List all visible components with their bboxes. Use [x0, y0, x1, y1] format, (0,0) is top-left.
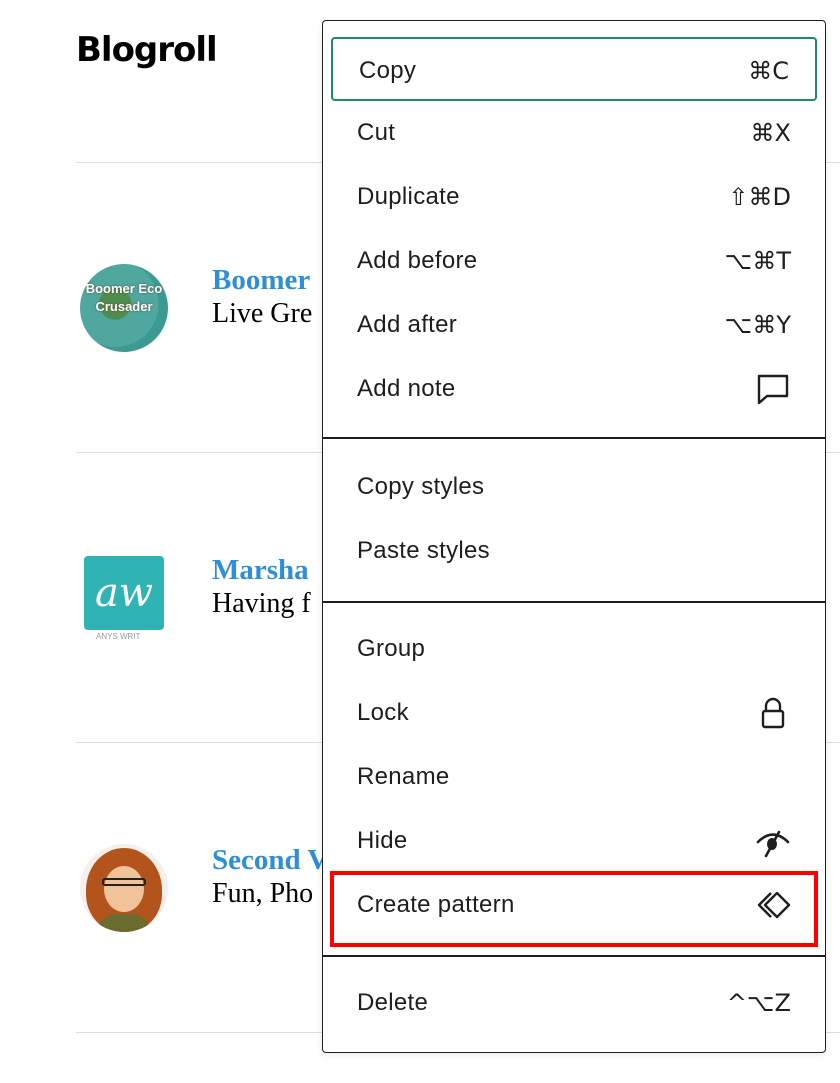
- entry-description: Live Gre: [212, 298, 313, 329]
- avatar-logo: aw: [84, 556, 164, 630]
- entry-description: Fun, Pho: [212, 878, 314, 909]
- menu-item-create-pattern[interactable]: Create pattern: [331, 873, 817, 937]
- menu-item-paste-styles[interactable]: Paste styles: [331, 519, 817, 583]
- menu-item-delete[interactable]: Delete ^⌥Z: [331, 971, 817, 1035]
- menu-item-add-after[interactable]: Add after ⌥⌘Y: [331, 293, 817, 357]
- menu-item-label: Copy: [359, 57, 417, 84]
- menu-item-duplicate[interactable]: Duplicate ⇧⌘D: [331, 165, 817, 229]
- entry-title-link[interactable]: Marsha: [212, 554, 309, 587]
- entry-description: Having f: [212, 588, 311, 619]
- block-options-menu: Copy ⌘C Cut ⌘X Duplicate ⇧⌘D Add before …: [322, 20, 826, 1053]
- menu-item-label: Duplicate: [357, 183, 460, 210]
- avatar: [80, 844, 168, 932]
- menu-separator: [323, 601, 825, 603]
- menu-separator: [323, 955, 825, 957]
- keyboard-shortcut: ⌥⌘Y: [724, 311, 791, 339]
- comment-icon: [757, 374, 789, 405]
- entry-title-link[interactable]: Second V: [212, 844, 328, 877]
- menu-item-label: Paste styles: [357, 537, 490, 564]
- eye-slash-icon: [756, 830, 790, 858]
- lock-icon: [761, 697, 785, 729]
- menu-item-label: Add before: [357, 247, 478, 274]
- menu-item-copy[interactable]: Copy ⌘C: [331, 37, 817, 101]
- menu-item-cut[interactable]: Cut ⌘X: [331, 101, 817, 165]
- menu-item-label: Copy styles: [357, 473, 485, 500]
- menu-item-label: Hide: [357, 827, 408, 854]
- menu-item-rename[interactable]: Rename: [331, 745, 817, 809]
- keyboard-shortcut: ⌘C: [748, 57, 789, 85]
- keyboard-shortcut: ⇧⌘D: [728, 183, 791, 211]
- menu-item-hide[interactable]: Hide: [331, 809, 817, 873]
- menu-item-label: Cut: [357, 119, 396, 146]
- menu-item-copy-styles[interactable]: Copy styles: [331, 455, 817, 519]
- page-title: Blogroll: [76, 30, 218, 70]
- avatar: Boomer Eco Crusader: [80, 264, 168, 352]
- menu-item-label: Delete: [357, 989, 429, 1016]
- keyboard-shortcut: ^⌥Z: [726, 989, 791, 1017]
- menu-item-group[interactable]: Group: [331, 617, 817, 681]
- menu-item-lock[interactable]: Lock: [331, 681, 817, 745]
- keyboard-shortcut: ⌥⌘T: [724, 247, 791, 275]
- menu-item-add-before[interactable]: Add before ⌥⌘T: [331, 229, 817, 293]
- pattern-icon: [757, 891, 791, 919]
- menu-item-label: Add note: [357, 375, 456, 402]
- menu-item-label: Create pattern: [357, 891, 515, 918]
- entry-title-link[interactable]: Boomer: [212, 264, 310, 297]
- avatar-text: Boomer Eco Crusader: [85, 281, 163, 314]
- menu-item-label: Rename: [357, 763, 450, 790]
- menu-item-label: Group: [357, 635, 426, 662]
- avatar: aw ANYS WRIT: [80, 554, 168, 642]
- menu-separator: [323, 437, 825, 439]
- menu-item-label: Lock: [357, 699, 409, 726]
- keyboard-shortcut: ⌘X: [750, 119, 791, 147]
- menu-item-label: Add after: [357, 311, 458, 338]
- menu-item-add-note[interactable]: Add note: [331, 357, 817, 421]
